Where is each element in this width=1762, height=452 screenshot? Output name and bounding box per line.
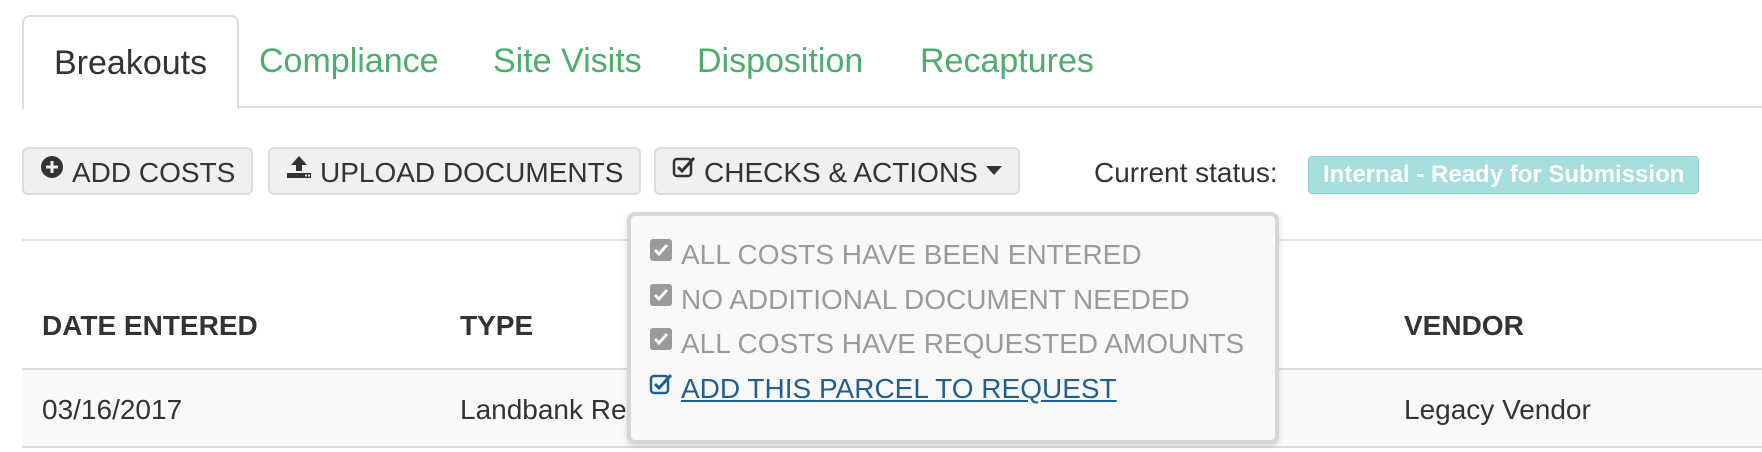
column-header-type[interactable]: TYPE — [460, 310, 533, 342]
checkbox-icon — [672, 148, 696, 192]
menu-item-label: ALL COSTS HAVE REQUESTED AMOUNTS — [681, 327, 1245, 359]
tab-label: Compliance — [259, 42, 439, 80]
tab-label: Disposition — [697, 42, 864, 80]
menu-item-label: ALL COSTS HAVE BEEN ENTERED — [681, 238, 1142, 270]
menu-item-no-additional-document: NO ADDITIONAL DOCUMENT NEEDED — [649, 280, 1190, 316]
tab-compliance[interactable]: Compliance — [227, 15, 471, 108]
tab-label: Breakouts — [54, 44, 208, 82]
upload-icon — [286, 148, 312, 192]
menu-item-all-costs-entered: ALL COSTS HAVE BEEN ENTERED — [649, 235, 1142, 271]
add-parcel-to-request-link[interactable]: ADD THIS PARCEL TO REQUEST — [649, 369, 1117, 405]
tab-disposition[interactable]: Disposition — [665, 15, 895, 108]
status-badge: Internal - Ready for Submission — [1308, 156, 1700, 194]
tab-breakouts[interactable]: Breakouts — [22, 15, 240, 110]
cell-vendor: Legacy Vendor — [1404, 394, 1591, 425]
checks-actions-label: CHECKS & ACTIONS — [704, 156, 978, 188]
column-header-date-entered[interactable]: DATE ENTERED — [42, 310, 258, 342]
checked-checkbox-icon — [649, 324, 673, 360]
add-costs-button[interactable]: ADD COSTS — [22, 147, 254, 195]
upload-documents-button[interactable]: UPLOAD DOCUMENTS — [268, 147, 642, 195]
checkbox-icon — [649, 369, 673, 405]
checks-actions-menu: ALL COSTS HAVE BEEN ENTERED NO ADDITIONA… — [627, 212, 1279, 444]
menu-item-label: NO ADDITIONAL DOCUMENT NEEDED — [681, 283, 1190, 315]
checks-actions-dropdown-button[interactable]: CHECKS & ACTIONS — [654, 147, 1020, 195]
add-costs-label: ADD COSTS — [72, 156, 236, 188]
column-header-vendor[interactable]: VENDOR — [1404, 310, 1524, 342]
menu-item-requested-amounts: ALL COSTS HAVE REQUESTED AMOUNTS — [649, 324, 1244, 360]
menu-item-label: ADD THIS PARCEL TO REQUEST — [681, 372, 1117, 404]
tab-recaptures[interactable]: Recaptures — [888, 15, 1126, 108]
plus-circle-icon — [40, 148, 64, 192]
tab-label: Recaptures — [920, 42, 1094, 80]
checked-checkbox-icon — [649, 235, 673, 271]
cell-date-entered: 03/16/2017 — [42, 394, 183, 425]
upload-documents-label: UPLOAD DOCUMENTS — [320, 156, 624, 188]
page: Breakouts Compliance Site Visits Disposi… — [0, 0, 1762, 452]
current-status-label: Current status: — [1094, 157, 1278, 188]
chevron-down-icon — [985, 166, 1002, 176]
tab-site-visits[interactable]: Site Visits — [461, 15, 674, 108]
checked-checkbox-icon — [649, 280, 673, 316]
tab-label: Site Visits — [493, 42, 642, 80]
tab-bar: Breakouts Compliance Site Visits Disposi… — [22, 15, 1762, 110]
cell-type: Landbank Re — [460, 394, 627, 425]
